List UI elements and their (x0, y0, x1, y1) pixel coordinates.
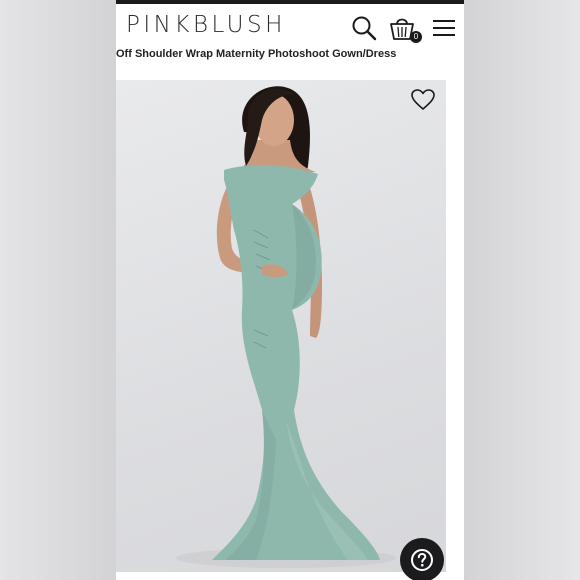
help-button[interactable] (400, 538, 444, 580)
heart-icon[interactable] (410, 88, 436, 112)
background-right (464, 0, 580, 580)
hamburger-menu-icon[interactable] (430, 14, 458, 42)
mobile-page: PINKBLUSH 0 Off Shoulder Wrap Maternity … (116, 0, 464, 580)
brand-logo[interactable]: PINKBLUSH (126, 12, 286, 38)
question-mark-icon (411, 549, 433, 571)
product-image[interactable] (116, 80, 446, 572)
product-title: Off Shoulder Wrap Maternity Photoshoot G… (116, 48, 397, 60)
model-in-dress-illustration (176, 86, 396, 568)
status-bar-strip (116, 0, 464, 4)
search-icon[interactable] (350, 14, 378, 42)
background-left (0, 0, 116, 580)
page-right-margin (446, 80, 464, 572)
cart-count-badge: 0 (410, 31, 422, 43)
